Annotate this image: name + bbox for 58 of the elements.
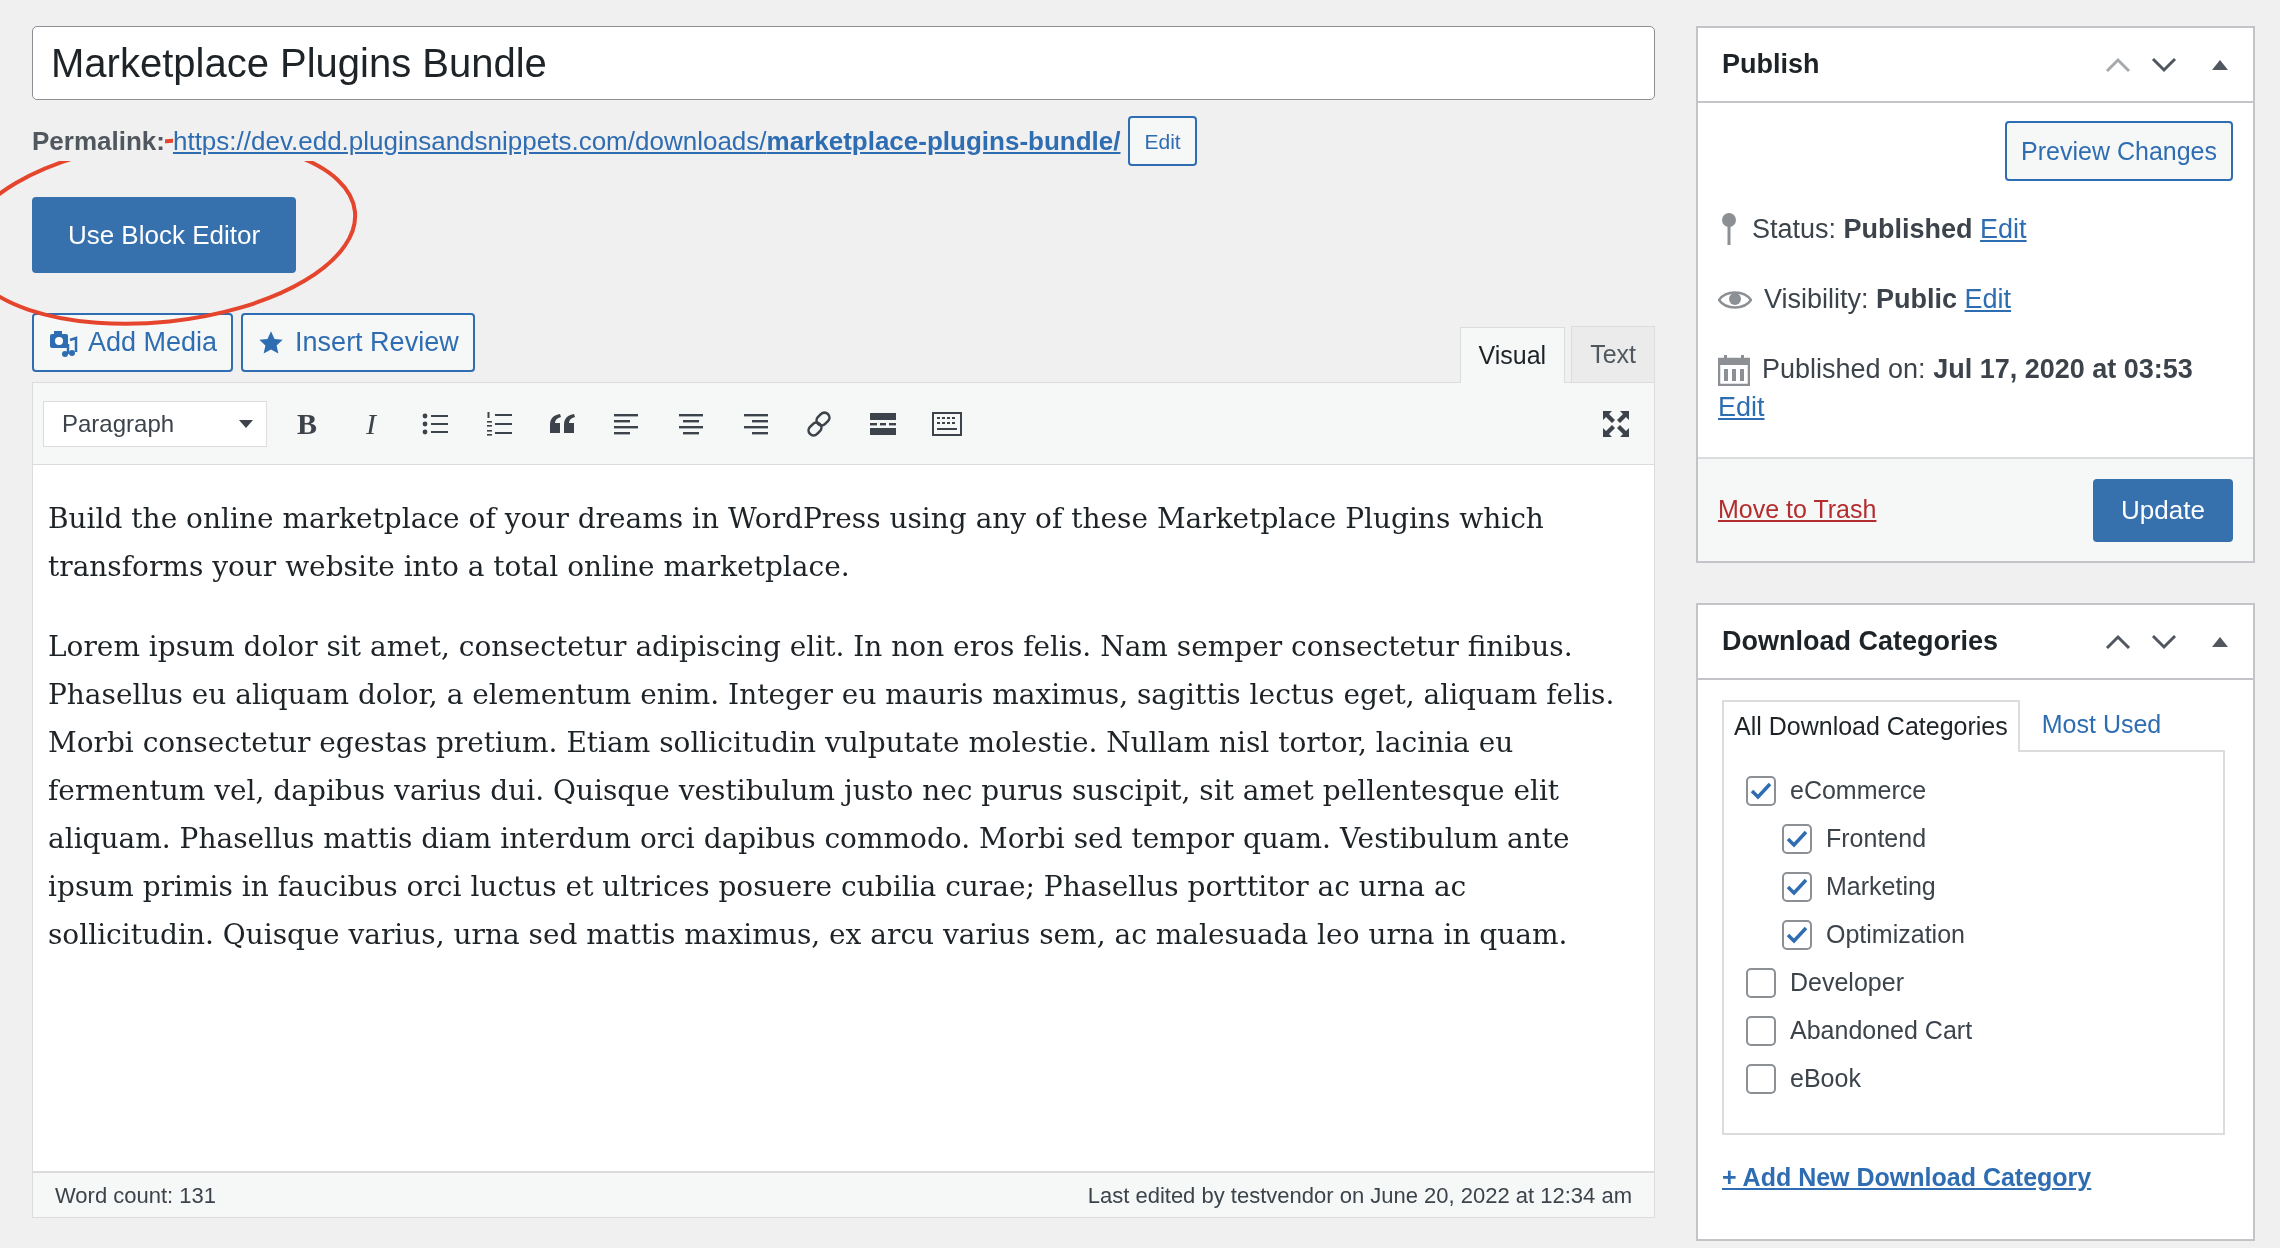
- edit-button[interactable]: Edit: [1128, 116, 1197, 166]
- quote-icon[interactable]: [549, 412, 577, 435]
- link-icon[interactable]: [805, 409, 833, 438]
- editor-tab[interactable]: Text: [1571, 326, 1655, 382]
- collapse-triangle-icon[interactable]: [2211, 635, 2229, 648]
- toolbar-toggle-icon[interactable]: [932, 411, 962, 436]
- add-new-category-link[interactable]: + Add New Download Category: [1722, 1159, 2092, 1197]
- bold-button[interactable]: B: [285, 401, 329, 446]
- edit-link[interactable]: Edit: [1980, 214, 2027, 244]
- align-right-icon[interactable]: [742, 411, 768, 436]
- checkbox[interactable]: [1782, 919, 1812, 950]
- title-field[interactable]: Marketplace Plugins Bundle: [32, 26, 1655, 100]
- caret-icon: [238, 418, 254, 429]
- checkbox[interactable]: [1782, 871, 1812, 902]
- box-title: Download Categories: [1722, 625, 2000, 659]
- move-to-trash-link[interactable]: Move to Trash: [1718, 491, 1877, 529]
- box-title: Publish: [1722, 48, 1821, 82]
- italic-button[interactable]: I: [349, 401, 393, 446]
- add-media-button[interactable]: Add Media: [32, 313, 234, 372]
- read-more-icon[interactable]: [870, 412, 896, 435]
- collapse-triangle-icon[interactable]: [2211, 58, 2229, 71]
- align-left-icon[interactable]: [614, 411, 640, 436]
- update-button[interactable]: Update: [2093, 478, 2233, 542]
- category-tab[interactable]: All Download Categories: [1722, 700, 2020, 753]
- category-label: Marketing: [1826, 870, 1936, 902]
- last-edited-text: Last edited by testvendor on June 20, 2022 at 12:34 am: [1087, 1181, 1632, 1210]
- category-label: eCommerce: [1790, 774, 1927, 806]
- checkbox[interactable]: [1782, 823, 1812, 854]
- edit-link[interactable]: Edit: [1718, 392, 1765, 423]
- body-paragraph: Build the online marketplace of your dreams in WordPress using any of these Marketplace Plugins which transforms your website into a total online marketplace.: [48, 501, 1545, 585]
- category-label: Developer: [1790, 966, 1904, 998]
- visibility-text: Visibility: Public: [1764, 284, 1958, 315]
- body-paragraph: Lorem ipsum dolor sit amet, consectetur adipiscing elit. In non eros felis. Nam semper consectetur finibus. Phasellus eu aliquam dolor, a elementum enim. Integer eu mauris maximus, sagittis lectus eget, aliquam felis. Morbi consectetur egestas pretium. Etiam sollicitudin vulputate molestie. Nullam nisl tortor, lacinia eu fermentum vel, dapibus varius dui. Quisque vestibulum justo nec purus suscipit, sit amet pellentesque elit aliquam. Phasellus mattis diam interdum orci dapibus commodo. Morbi sed tempor quam. Vestibulum ante ipsum primis in faucibus orci luctus et ultrices posuere cubilia curae; Phasellus porttitor ac urna ac sollicitudin. Quisque varius, urna sed mattis maximus, ex arcu varius sem, ac malesuada leo urna in quam.: [48, 629, 1616, 953]
- fullscreen-icon[interactable]: [1602, 409, 1630, 438]
- checkbox[interactable]: [1746, 1063, 1776, 1094]
- checkbox[interactable]: [1746, 1015, 1776, 1046]
- numbered-list-icon[interactable]: [486, 410, 512, 437]
- align-center-icon[interactable]: [678, 411, 704, 436]
- publish-date-text: Published on: Jul 17, 2020 at 03:53: [1762, 354, 2193, 385]
- category-label: Frontend: [1826, 822, 1927, 854]
- category-label: eBook: [1790, 1062, 1861, 1094]
- insert-review-button[interactable]: Insert Review: [241, 313, 475, 372]
- chevron-down-icon[interactable]: [2151, 56, 2177, 73]
- format-select[interactable]: Paragraph: [43, 400, 267, 447]
- use-block-editor-button[interactable]: Use Block Editor: [32, 197, 296, 273]
- preview-changes-button[interactable]: Preview Changes: [2005, 121, 2233, 181]
- category-label: Abandoned Cart: [1790, 1014, 1973, 1046]
- checkbox[interactable]: [1746, 775, 1776, 806]
- category-tab[interactable]: Most Used: [2029, 698, 2174, 751]
- chevron-down-icon[interactable]: [2151, 633, 2177, 650]
- word-count: Word count: 131: [55, 1181, 217, 1210]
- checkbox[interactable]: [1746, 967, 1776, 998]
- chevron-up-icon[interactable]: [2105, 633, 2131, 650]
- edit-link[interactable]: Edit: [1964, 284, 2012, 315]
- category-label: Optimization: [1826, 918, 1965, 950]
- status-text: Status: Published: [1752, 214, 1973, 244]
- editor-tab[interactable]: Visual: [1459, 327, 1566, 383]
- bullet-list-icon[interactable]: [422, 411, 448, 436]
